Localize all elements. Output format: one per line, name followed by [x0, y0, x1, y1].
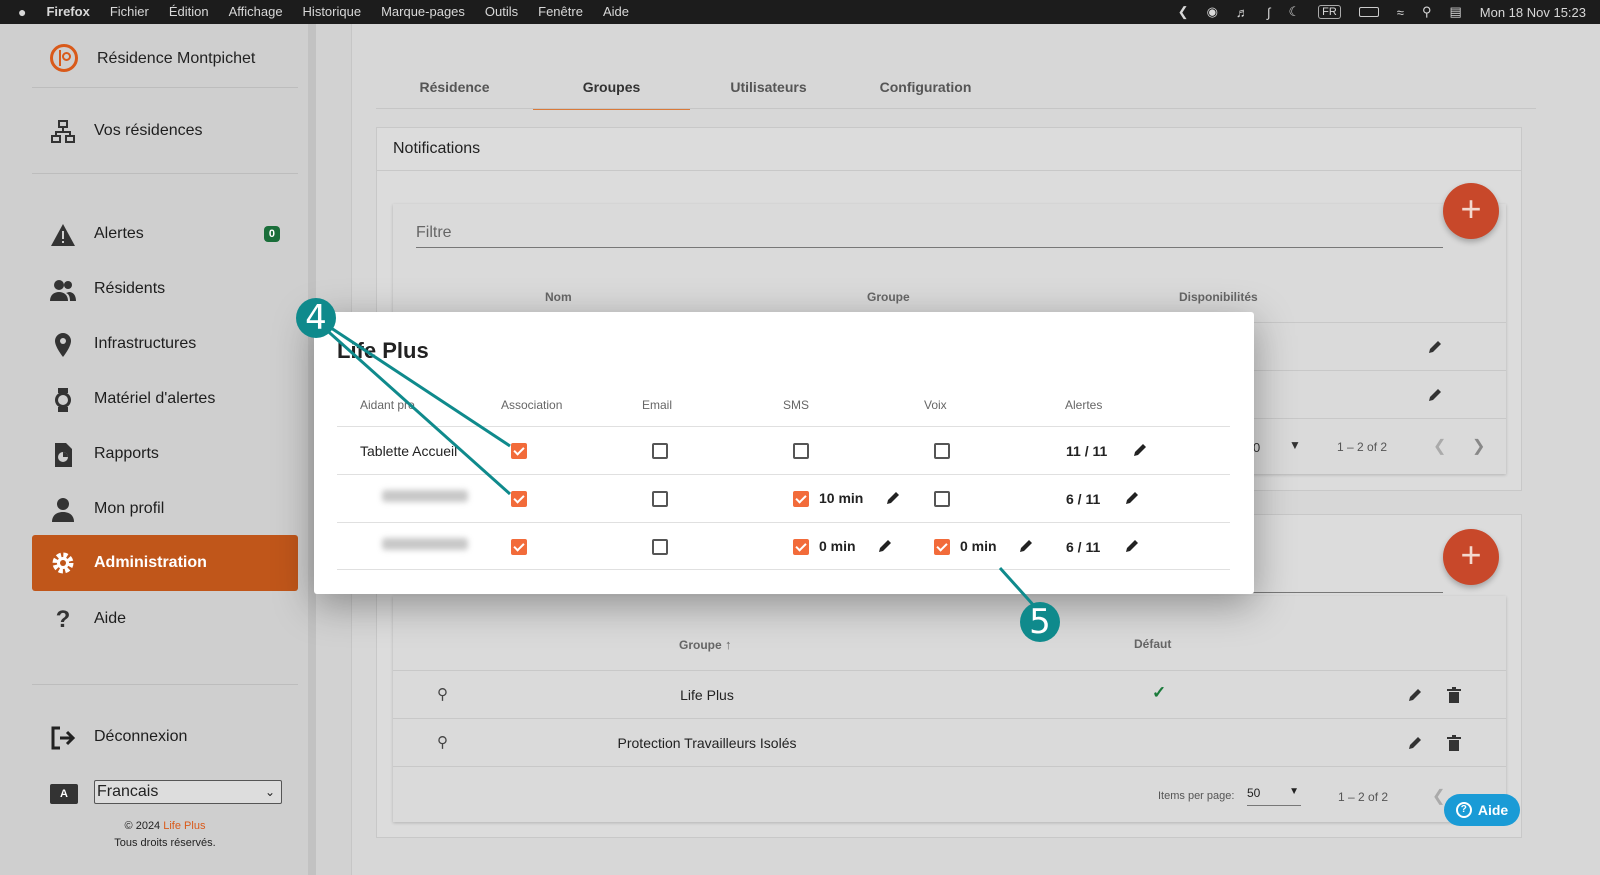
help-button-label: Aide [1477, 802, 1509, 818]
callout-lines [321, 320, 1047, 620]
callout-4: 4 [296, 298, 336, 338]
callout-5: 5 [1020, 602, 1060, 642]
question-circle-icon: ? [1455, 802, 1472, 818]
help-button[interactable]: ? Aide [1444, 794, 1520, 826]
